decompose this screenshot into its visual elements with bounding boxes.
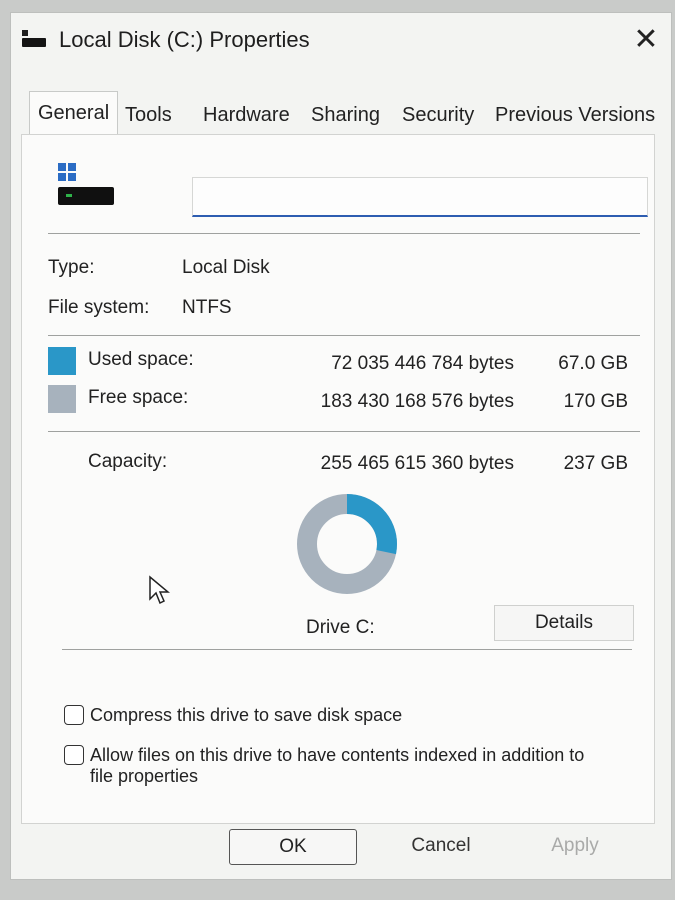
capacity-size: 237 GB bbox=[563, 453, 628, 474]
used-space-size: 67.0 GB bbox=[558, 353, 628, 374]
tab-tools[interactable]: Tools bbox=[125, 97, 172, 133]
disk-usage-donut bbox=[297, 494, 397, 594]
details-button[interactable]: Details bbox=[494, 605, 634, 641]
close-icon: ✕ bbox=[633, 23, 659, 56]
divider bbox=[48, 233, 640, 234]
tab-sharing[interactable]: Sharing bbox=[311, 97, 380, 133]
tab-hardware[interactable]: Hardware bbox=[203, 97, 290, 133]
free-space-bytes: 183 430 168 576 bytes bbox=[320, 391, 514, 412]
tab-strip: General Tools Hardware Sharing Security … bbox=[21, 91, 665, 135]
compress-checkbox[interactable] bbox=[64, 705, 84, 725]
drive-name-input[interactable] bbox=[192, 177, 648, 217]
tab-general[interactable]: General bbox=[29, 91, 119, 135]
ok-button[interactable]: OK bbox=[229, 829, 357, 865]
drive-icon bbox=[22, 30, 46, 47]
file-system-label: File system: bbox=[48, 297, 150, 318]
close-button[interactable]: ✕ bbox=[629, 23, 663, 57]
capacity-bytes: 255 465 615 360 bytes bbox=[320, 453, 514, 474]
properties-dialog: Local Disk (C:) Properties ✕ General Too… bbox=[10, 12, 672, 880]
free-space-swatch bbox=[48, 385, 76, 413]
window-title: Local Disk (C:) Properties bbox=[59, 27, 310, 52]
tab-previous-versions[interactable]: Previous Versions bbox=[495, 97, 655, 133]
drive-label: Drive C: bbox=[306, 617, 375, 638]
type-value: Local Disk bbox=[182, 257, 270, 278]
free-space-label: Free space: bbox=[88, 387, 189, 408]
divider bbox=[62, 649, 632, 650]
used-space-label: Used space: bbox=[88, 349, 194, 370]
tab-security[interactable]: Security bbox=[402, 97, 474, 133]
index-label-line1: Allow files on this drive to have conten… bbox=[90, 745, 585, 765]
general-tab-panel: Type: Local Disk File system: NTFS Used … bbox=[21, 134, 655, 824]
index-label-line2: file properties bbox=[90, 766, 199, 786]
cancel-button[interactable]: Cancel bbox=[377, 829, 505, 865]
used-space-swatch bbox=[48, 347, 76, 375]
title-bar: Local Disk (C:) Properties ✕ bbox=[11, 13, 671, 75]
capacity-label: Capacity: bbox=[88, 451, 168, 472]
file-system-value: NTFS bbox=[182, 297, 232, 318]
mouse-pointer-icon bbox=[149, 575, 170, 605]
used-space-bytes: 72 035 446 784 bytes bbox=[331, 353, 514, 374]
divider bbox=[48, 335, 640, 336]
drive-c-icon bbox=[58, 163, 114, 205]
apply-button[interactable]: Apply bbox=[511, 829, 639, 865]
free-space-size: 170 GB bbox=[563, 391, 628, 412]
compress-label: Compress this drive to save disk space bbox=[90, 705, 403, 725]
type-label: Type: bbox=[48, 257, 95, 278]
index-checkbox[interactable] bbox=[64, 745, 84, 765]
divider bbox=[48, 431, 640, 432]
